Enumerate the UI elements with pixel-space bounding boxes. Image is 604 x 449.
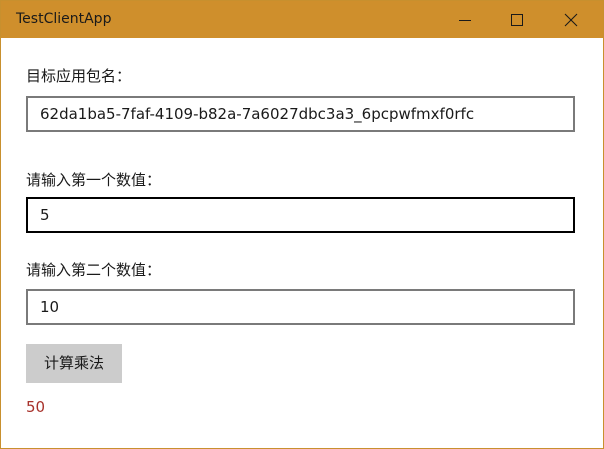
- maximize-button[interactable]: [494, 1, 540, 38]
- minimize-button[interactable]: [442, 1, 488, 38]
- number1-label: 请输入第一个数值：: [26, 171, 162, 189]
- maximize-icon: [511, 14, 523, 26]
- number2-label: 请输入第二个数值：: [26, 261, 162, 279]
- number1-input[interactable]: [26, 197, 575, 233]
- package-name-label: 目标应用包名：: [26, 67, 132, 85]
- minimize-icon: [459, 20, 471, 21]
- close-icon: [564, 13, 578, 27]
- number2-input[interactable]: [26, 289, 575, 325]
- calculate-multiply-button[interactable]: 计算乘法: [26, 344, 122, 383]
- package-name-input[interactable]: [26, 96, 575, 132]
- app-window: TestClientApp 目标应用包名： 请输入第一个数值： 请输入第二个数值…: [0, 0, 604, 449]
- title-bar[interactable]: TestClientApp: [1, 1, 603, 38]
- window-title: TestClientApp: [16, 11, 112, 27]
- result-text: 50: [26, 398, 46, 416]
- close-button[interactable]: [548, 1, 594, 38]
